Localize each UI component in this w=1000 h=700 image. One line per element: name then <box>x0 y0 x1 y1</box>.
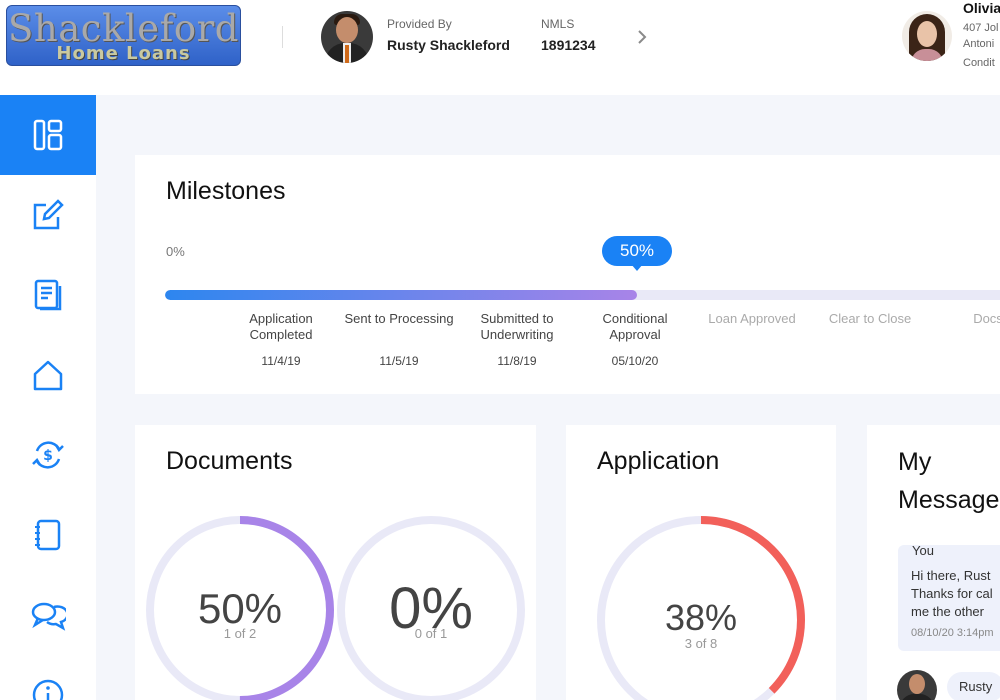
milestone-step-label: Application Completed <box>249 311 313 342</box>
documents-ring-count: 0 of 1 <box>414 626 448 641</box>
nav-dashboard[interactable] <box>0 95 96 175</box>
nav-messages[interactable] <box>0 575 96 655</box>
header: Shackleford Home Loans Provided By Rusty… <box>0 0 1000 95</box>
company-logo[interactable]: Shackleford Home Loans <box>6 5 241 66</box>
message-body-line1: Hi there, Rust <box>911 568 991 583</box>
nav-home[interactable] <box>0 335 96 415</box>
progress-start-label: 0% <box>166 244 185 259</box>
my-messages-card[interactable]: My Message You Hi there, Rust Thanks for… <box>867 425 1000 700</box>
nmls-number: 1891234 <box>541 37 596 53</box>
messages-icon <box>31 602 66 631</box>
chevron-right-icon[interactable] <box>636 28 650 46</box>
progress-bubble: 50% <box>602 236 672 271</box>
loan-officer-name: Rusty Shackleford <box>387 37 510 53</box>
documents-icon <box>34 279 62 311</box>
message-body-line2: Thanks for cal <box>911 586 993 601</box>
home-icon <box>33 360 63 391</box>
application-ring-percent: 38% <box>664 597 738 638</box>
milestone-step-label: Conditional Approval <box>602 311 668 342</box>
application-card[interactable]: Application 38% 3 of 8 <box>566 425 836 700</box>
provided-by-label: Provided By <box>387 17 452 31</box>
milestone-step-date: 11/8/19 <box>497 354 537 368</box>
edit-icon <box>33 199 64 230</box>
milestone-step-date: 11/5/19 <box>379 354 419 368</box>
nav-notebook[interactable] <box>0 495 96 575</box>
message-sender-name: Rusty <box>947 672 1000 700</box>
svg-text:$: $ <box>43 448 53 464</box>
message-body-line3: me the other <box>911 604 984 619</box>
milestone-step-label: Docs <box>973 311 1000 326</box>
milestones-card: Milestones 0% 50% Application Completed 1… <box>135 155 1000 394</box>
messages-title: My Message <box>898 443 999 519</box>
message-timestamp: 08/10/20 3:14pm <box>911 627 994 639</box>
milestone-step-label: Sent to Processing <box>344 311 454 326</box>
messages-title-line2: Message <box>898 486 1000 514</box>
milestone-step-label: Submitted to Underwriting <box>480 311 554 342</box>
application-title: Application <box>597 447 720 475</box>
messages-title-line1: My <box>898 448 932 476</box>
milestone-step-label: Clear to Close <box>828 311 912 326</box>
milestone-progress-fill <box>165 290 637 300</box>
sidebar: $ <box>0 95 96 700</box>
message-bubble[interactable]: You Hi there, Rust Thanks for cal me the… <box>898 545 1000 651</box>
milestone-step-date: 05/10/20 <box>611 354 659 368</box>
documents-title: Documents <box>166 447 293 475</box>
message-body: Hi there, Rust Thanks for cal me the oth… <box>911 567 1000 621</box>
documents-card[interactable]: Documents 50% 1 of 2 0% 0 of 1 <box>135 425 536 700</box>
milestone-progress-track <box>165 290 1000 300</box>
message-from: You <box>912 545 934 558</box>
loan-officer-avatar <box>321 11 373 63</box>
nmls-label: NMLS <box>541 17 575 31</box>
nav-documents[interactable] <box>0 255 96 335</box>
borrower-address-line2: Antoni <box>963 38 995 50</box>
refinance-icon: $ <box>32 441 64 469</box>
notebook-icon <box>35 519 61 551</box>
milestone-step-label: Loan Approved <box>708 311 796 326</box>
info-icon <box>32 679 64 700</box>
header-divider <box>282 26 283 48</box>
documents-ring-count: 1 of 2 <box>223 626 257 641</box>
borrower-avatar[interactable] <box>902 11 952 61</box>
application-ring-count: 3 of 8 <box>684 636 718 651</box>
nav-edit[interactable] <box>0 175 96 255</box>
borrower-address-line1: 407 Jol <box>963 22 999 34</box>
logo-line2: Home Loans <box>56 43 191 64</box>
dashboard-icon <box>33 119 63 151</box>
borrower-status: Condit <box>963 57 995 69</box>
message-sender-avatar <box>897 670 937 700</box>
milestone-step-date: 11/4/19 <box>261 354 301 368</box>
milestones-title: Milestones <box>166 177 286 205</box>
nav-info[interactable] <box>0 655 96 700</box>
nav-refinance[interactable]: $ <box>0 415 96 495</box>
borrower-name: Olivia <box>963 0 1000 16</box>
